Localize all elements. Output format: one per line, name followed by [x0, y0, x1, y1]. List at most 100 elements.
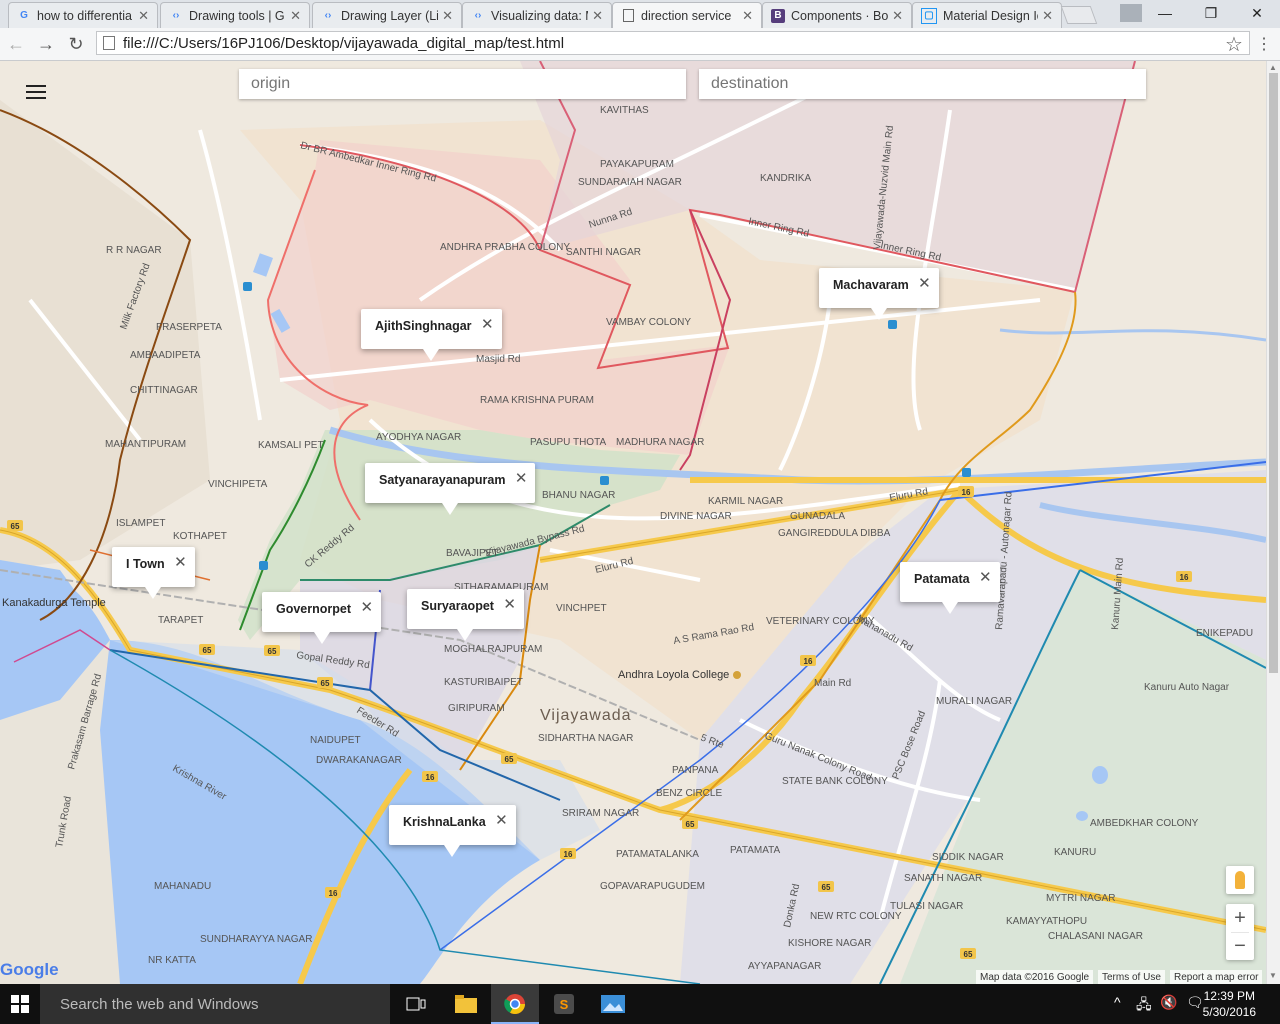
svg-text:65: 65 [11, 522, 20, 531]
map-label-vinchpet: VINCHPET [556, 603, 607, 614]
infowindow-machavaram[interactable]: Machavaram ✕ [819, 268, 939, 320]
volume-muted-icon[interactable]: 🔇 [1160, 994, 1177, 1011]
tab-components-bootstrap[interactable]: B Components · Boo ✕ [762, 2, 912, 28]
infowindow-i-town[interactable]: I Town ✕ [112, 547, 195, 599]
windows-start-icon[interactable] [0, 984, 40, 1024]
sublime-text-icon[interactable]: S [540, 984, 588, 1024]
chrome-taskbar-icon[interactable] [491, 984, 539, 1024]
file-explorer-icon[interactable] [442, 984, 490, 1024]
task-view-icon[interactable] [392, 984, 440, 1024]
close-icon[interactable]: ✕ [503, 595, 516, 613]
close-icon[interactable]: ✕ [495, 811, 508, 829]
pegman-icon[interactable] [1226, 866, 1254, 894]
hamburger-menu-icon[interactable] [26, 85, 46, 101]
map-label-vinchipeta: VINCHIPETA [208, 479, 268, 490]
show-hidden-icons-icon[interactable]: ^ [1114, 994, 1121, 1010]
infowindow-suryaraopet[interactable]: Suryaraopet ✕ [407, 589, 524, 641]
close-tab-icon[interactable]: ✕ [742, 8, 753, 24]
tab-label: Material Design Ic [943, 8, 1039, 23]
tab-label: Visualizing data: M [491, 8, 589, 23]
photos-app-icon[interactable] [589, 984, 637, 1024]
map-label-tarapet: TARAPET [158, 615, 203, 626]
minimize-button[interactable]: — [1142, 0, 1188, 26]
infowindow-governorpet[interactable]: Governorpet ✕ [262, 592, 382, 644]
map-label-kothapet: KOTHAPET [173, 531, 227, 542]
map-label-sundharayya-nagar: SUNDHARAYYA NAGAR [200, 934, 312, 945]
map-label-nr-katta: NR KATTA [148, 955, 196, 966]
terms-of-use-link[interactable]: Terms of Use [1098, 970, 1165, 984]
scroll-down-arrow-icon[interactable]: ▼ [1269, 971, 1277, 980]
chrome-menu-icon[interactable]: ⋮ [1252, 32, 1276, 56]
scrollbar-thumb[interactable] [1269, 73, 1278, 673]
bookmark-star-icon[interactable]: ☆ [1222, 32, 1246, 56]
infowindow-krishnalanka[interactable]: KrishnaLanka ✕ [389, 805, 516, 857]
page-scrollbar[interactable]: ▲ ▼ [1266, 61, 1280, 984]
network-icon[interactable]: 🖧 [1136, 994, 1152, 1018]
infowindow-patamata[interactable]: Patamata ✕ [900, 562, 1000, 614]
infowindow-label: Suryaraopet [421, 599, 494, 613]
map-label-mahanadu: MAHANADU [154, 881, 211, 892]
reload-icon[interactable]: ↻ [64, 32, 88, 56]
close-icon[interactable]: ✕ [174, 553, 187, 571]
college-icon [733, 671, 741, 679]
svg-text:65: 65 [505, 755, 514, 764]
url-bar[interactable]: file:///C:/Users/16PJ106/Desktop/vijayaw… [96, 31, 1250, 55]
notifications-icon[interactable]: 🗨 [1186, 994, 1204, 1011]
close-tab-icon[interactable]: ✕ [290, 8, 301, 24]
map-label-ayyapanagar: AYYAPANAGAR [748, 961, 821, 972]
origin-input[interactable] [239, 69, 686, 99]
map-label-gopavarapugudem: GOPAVARAPUGUDEM [600, 881, 705, 892]
close-icon[interactable]: ✕ [481, 315, 494, 333]
material-icon: ▢ [921, 7, 937, 24]
map-label-gunadala: GUNADALA [790, 511, 845, 522]
report-map-error-link[interactable]: Report a map error [1170, 970, 1263, 984]
map-data-attribution: Map data ©2016 Google [976, 970, 1094, 984]
new-tab-button[interactable] [1060, 6, 1098, 24]
taskbar-clock[interactable]: 12:39 PM 5/30/2016 [1203, 988, 1256, 1020]
map-label-kavithas: KAVITHAS [600, 105, 649, 116]
map-label-mytri-nagar: MYTRI NAGAR [1046, 893, 1115, 904]
map-canvas[interactable]: KAVITHAS PAYAKAPURAM SUNDARAIAH NAGAR KA… [0, 61, 1266, 984]
destination-input[interactable] [699, 69, 1146, 99]
tab-drawing-tools[interactable]: ‹› Drawing tools | G ✕ [160, 2, 310, 28]
close-window-button[interactable]: ✕ [1234, 0, 1280, 26]
map-label-vambay-colony: VAMBAY COLONY [606, 317, 691, 328]
close-tab-icon[interactable]: ✕ [442, 8, 453, 24]
maximize-button[interactable]: ❐ [1188, 0, 1234, 26]
svg-text:S: S [560, 997, 569, 1012]
close-icon[interactable]: ✕ [918, 274, 931, 292]
close-tab-icon[interactable]: ✕ [592, 8, 603, 24]
tab-drawing-layer[interactable]: ‹› Drawing Layer (Lib ✕ [312, 2, 462, 28]
close-tab-icon[interactable]: ✕ [892, 8, 903, 24]
zoom-out-button[interactable]: − [1226, 933, 1254, 960]
close-tab-icon[interactable]: ✕ [138, 8, 149, 24]
map-label-naidupet: NAIDUPET [310, 735, 361, 746]
zoom-in-button[interactable]: + [1226, 904, 1254, 932]
tab-direction-service[interactable]: direction service ✕ [612, 2, 762, 28]
infowindow-satyanarayanapuram[interactable]: Satyanarayanapuram ✕ [365, 463, 536, 515]
map-label-sanath-nagar: SANATH NAGAR [904, 873, 982, 884]
map-label-santhi-nagar: SANTHI NAGAR [566, 247, 641, 258]
back-arrow-icon[interactable]: ← [4, 32, 28, 56]
page-icon [621, 9, 635, 23]
forward-arrow-icon[interactable]: → [34, 32, 58, 56]
google-logo[interactable]: Google [0, 960, 59, 980]
svg-text:65: 65 [822, 883, 831, 892]
tab-how-to-differentiate[interactable]: G how to differentia ✕ [8, 2, 158, 28]
scroll-up-arrow-icon[interactable]: ▲ [1269, 63, 1277, 72]
tab-label: direction service [641, 8, 732, 23]
close-icon[interactable]: ✕ [360, 598, 373, 616]
bus-stop-icon [888, 320, 897, 329]
browser-tab-strip: G how to differentia ✕ ‹› Drawing tools … [0, 0, 1280, 28]
google-icon: G [20, 10, 28, 21]
close-tab-icon[interactable]: ✕ [1042, 8, 1053, 24]
tab-material-design-icons[interactable]: ▢ Material Design Ic ✕ [912, 2, 1062, 28]
tab-visualizing-data[interactable]: ‹› Visualizing data: M ✕ [462, 2, 612, 28]
map-label-madhura-nagar: MADHURA NAGAR [616, 437, 704, 448]
close-icon[interactable]: ✕ [515, 469, 528, 487]
tab-label: Drawing tools | G [189, 8, 285, 23]
infowindow-ajithsinghnagar[interactable]: AjithSinghnagar ✕ [361, 309, 502, 361]
map-label-andhra-prabha-colony: ANDHRA PRABHA COLONY [440, 242, 570, 253]
close-icon[interactable]: ✕ [979, 568, 992, 586]
taskbar-search-box[interactable]: Search the web and Windows [40, 984, 390, 1024]
